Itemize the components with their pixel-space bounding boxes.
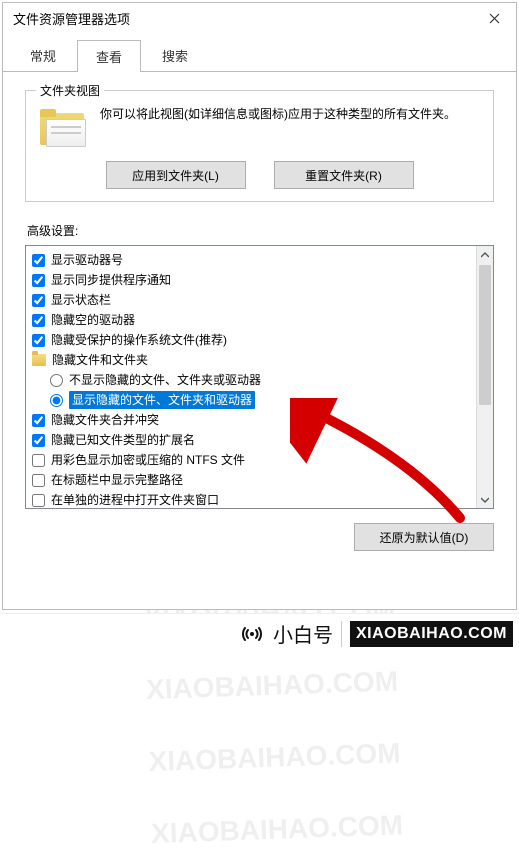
tree-item-label: 隐藏受保护的操作系统文件(推荐) xyxy=(51,331,227,349)
tree-item[interactable]: 在标题栏中显示完整路径 xyxy=(30,470,472,490)
checkbox-input[interactable] xyxy=(32,414,45,427)
tree-item-label: 显示隐藏的文件、文件夹和驱动器 xyxy=(69,391,255,409)
checkbox-input[interactable] xyxy=(32,314,45,327)
tree-item[interactable]: 在单独的进程中打开文件夹窗口 xyxy=(30,490,472,508)
reset-folders-button[interactable]: 重置文件夹(R) xyxy=(274,161,414,189)
tree-item[interactable]: 显示同步提供程序通知 xyxy=(30,270,472,290)
tree-item[interactable]: 显示隐藏的文件、文件夹和驱动器 xyxy=(30,390,472,410)
chevron-up-icon xyxy=(481,252,489,258)
folder-view-description: 你可以将此视图(如详细信息或图标)应用于这种类型的所有文件夹。 xyxy=(100,105,481,124)
checkbox-input[interactable] xyxy=(32,454,45,467)
advanced-settings-tree[interactable]: 显示驱动器号显示同步提供程序通知显示状态栏隐藏空的驱动器隐藏受保护的操作系统文件… xyxy=(26,246,476,508)
checkbox-input[interactable] xyxy=(32,254,45,267)
scroll-track[interactable] xyxy=(477,263,493,491)
brand-name-cn: 小白号 xyxy=(273,619,333,648)
tab-general[interactable]: 常规 xyxy=(11,39,75,71)
tab-search[interactable]: 搜索 xyxy=(143,39,207,71)
tree-item[interactable]: 显示驱动器号 xyxy=(30,250,472,270)
tree-item[interactable]: 隐藏空的驱动器 xyxy=(30,310,472,330)
tab-view[interactable]: 查看 xyxy=(77,40,141,72)
checkbox-input[interactable] xyxy=(32,334,45,347)
apply-to-folders-button[interactable]: 应用到文件夹(L) xyxy=(106,161,246,189)
folder-icon xyxy=(38,109,86,149)
tree-item-label: 不显示隐藏的文件、文件夹或驱动器 xyxy=(69,371,261,389)
window-title: 文件资源管理器选项 xyxy=(13,9,130,28)
tree-item-label: 显示同步提供程序通知 xyxy=(51,271,171,289)
checkbox-input[interactable] xyxy=(32,494,45,507)
tree-item-label: 显示驱动器号 xyxy=(51,251,123,269)
checkbox-input[interactable] xyxy=(32,434,45,447)
tree-item-label: 隐藏文件和文件夹 xyxy=(52,351,148,369)
tree-item-label: 隐藏文件夹合并冲突 xyxy=(51,411,159,429)
brand-name-en: XIAOBAIHAO.COM xyxy=(350,621,513,647)
tab-content: 文件夹视图 你可以将此视图(如详细信息或图标)应用于这种类型的所有文件夹。 应用… xyxy=(3,72,516,563)
tab-strip: 常规 查看 搜索 xyxy=(3,33,516,72)
folder-icon xyxy=(32,354,46,366)
radio-input[interactable] xyxy=(50,394,63,407)
close-icon xyxy=(489,13,500,24)
chevron-down-icon xyxy=(481,497,489,503)
scroll-up-button[interactable] xyxy=(477,246,493,263)
tree-item[interactable]: 显示状态栏 xyxy=(30,290,472,310)
tree-item[interactable]: 隐藏已知文件类型的扩展名 xyxy=(30,430,472,450)
tree-item[interactable]: 隐藏受保护的操作系统文件(推荐) xyxy=(30,330,472,350)
tree-item-label: 隐藏已知文件类型的扩展名 xyxy=(51,431,195,449)
checkbox-input[interactable] xyxy=(32,274,45,287)
titlebar: 文件资源管理器选项 xyxy=(3,3,516,33)
tree-item-label: 用彩色显示加密或压缩的 NTFS 文件 xyxy=(51,451,245,469)
scroll-thumb[interactable] xyxy=(479,265,491,405)
tree-item[interactable]: 用彩色显示加密或压缩的 NTFS 文件 xyxy=(30,450,472,470)
checkbox-input[interactable] xyxy=(32,474,45,487)
tree-item-label: 在标题栏中显示完整路径 xyxy=(51,471,183,489)
restore-defaults-button[interactable]: 还原为默认值(D) xyxy=(354,523,494,551)
divider xyxy=(341,621,342,647)
tree-item-label: 隐藏空的驱动器 xyxy=(51,311,135,329)
tree-item[interactable]: 隐藏文件夹合并冲突 xyxy=(30,410,472,430)
tree-item[interactable]: 不显示隐藏的文件、文件夹或驱动器 xyxy=(30,370,472,390)
folder-view-group: 文件夹视图 你可以将此视图(如详细信息或图标)应用于这种类型的所有文件夹。 应用… xyxy=(25,90,494,202)
broadcast-icon xyxy=(239,621,265,647)
scroll-down-button[interactable] xyxy=(477,491,493,508)
tree-item-label: 显示状态栏 xyxy=(51,291,111,309)
brand-bar: 小白号 XIAOBAIHAO.COM xyxy=(0,613,519,653)
scrollbar[interactable] xyxy=(476,246,493,508)
dialog-window: 文件资源管理器选项 常规 查看 搜索 文件夹视图 你可以将此视图(如详细信息或图… xyxy=(2,2,517,610)
folder-view-group-label: 文件夹视图 xyxy=(36,82,104,99)
tree-item-label: 在单独的进程中打开文件夹窗口 xyxy=(51,491,219,508)
tree-item[interactable]: 隐藏文件和文件夹 xyxy=(30,350,472,370)
advanced-settings-label: 高级设置: xyxy=(27,222,494,239)
advanced-settings-box: 显示驱动器号显示同步提供程序通知显示状态栏隐藏空的驱动器隐藏受保护的操作系统文件… xyxy=(25,245,494,509)
radio-input[interactable] xyxy=(50,374,63,387)
close-button[interactable] xyxy=(472,3,516,33)
checkbox-input[interactable] xyxy=(32,294,45,307)
